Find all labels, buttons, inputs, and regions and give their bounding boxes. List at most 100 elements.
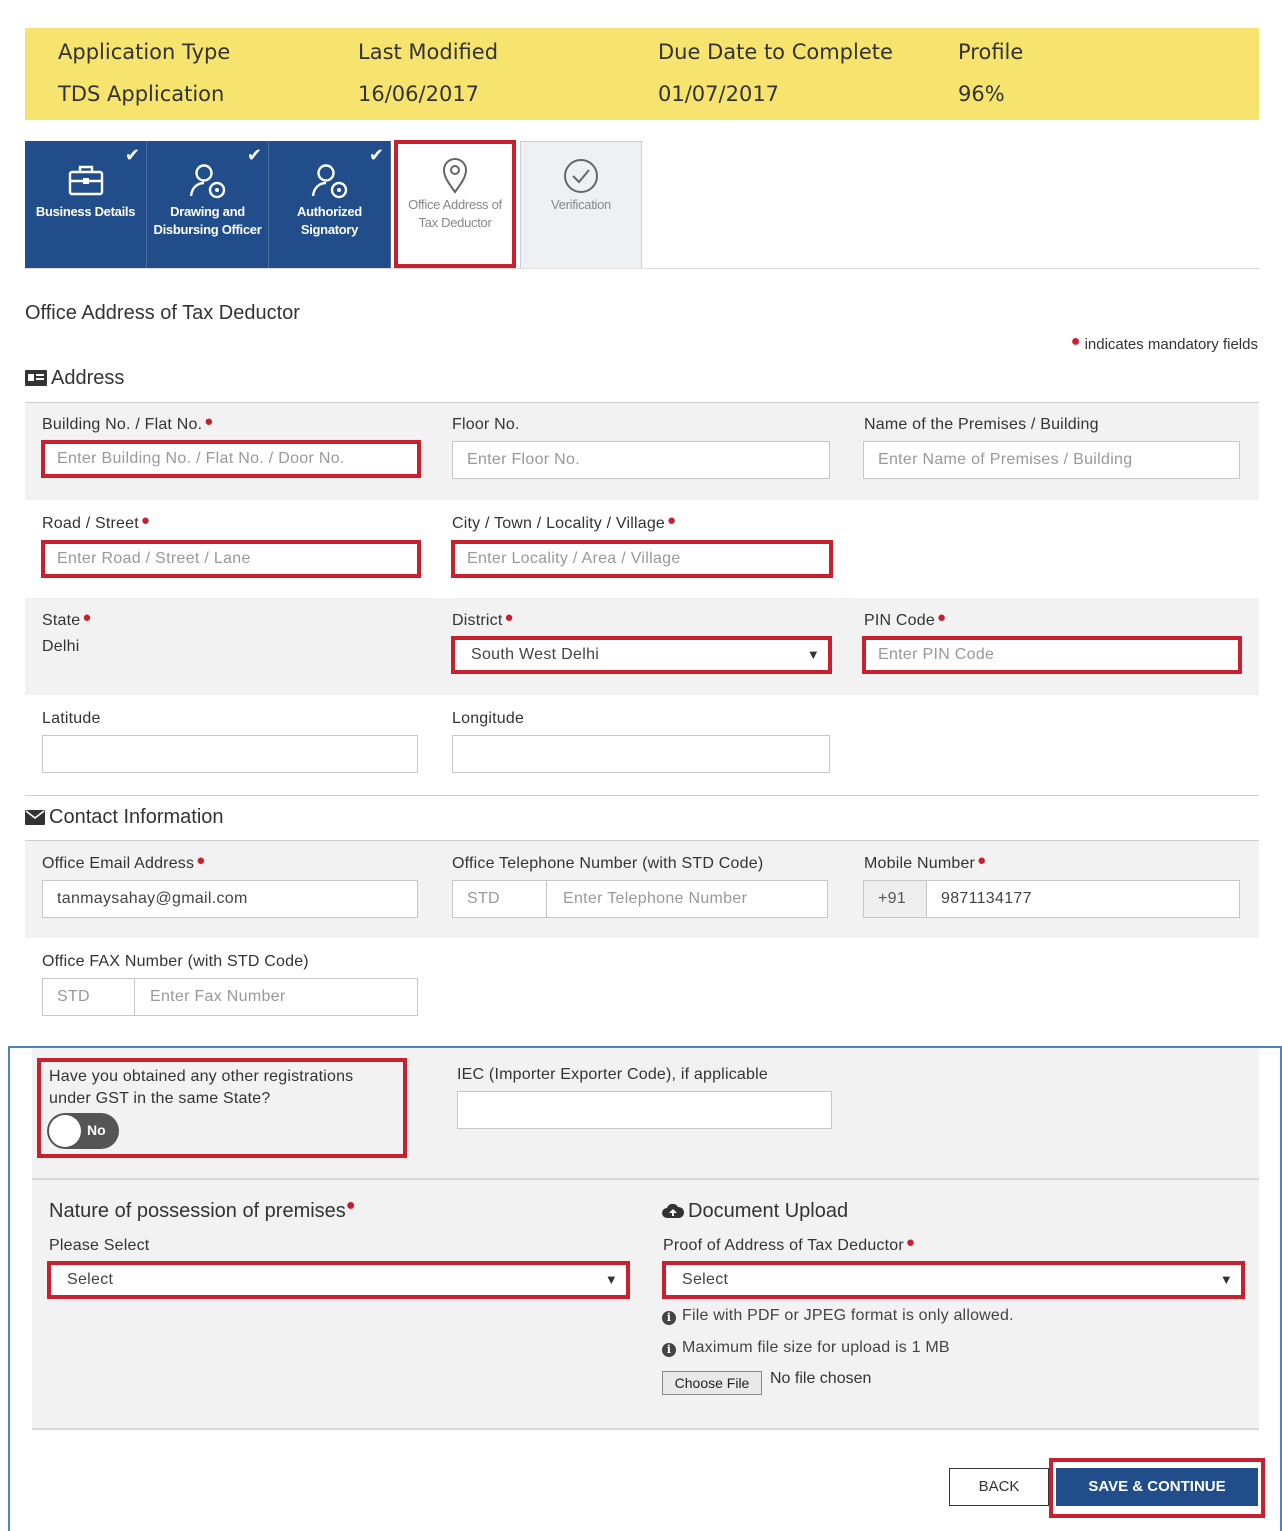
premises-input[interactable]: Enter Name of Premises / Building (863, 441, 1240, 479)
district-select-value: South West Delhi (471, 646, 600, 663)
choose-file-button[interactable]: Choose File (662, 1371, 762, 1395)
toggle-text: No (87, 1122, 106, 1138)
tab-authorized-signatory[interactable]: ✔ Authorized Signatory (269, 141, 391, 269)
phone-number-input[interactable]: Enter Telephone Number (563, 881, 747, 917)
tab-label: Office Address of Tax Deductor (408, 197, 502, 230)
tab-office-address[interactable]: Office Address of Tax Deductor (394, 140, 516, 268)
building-label-text: Building No. / Flat No. (42, 416, 203, 433)
possession-heading: Nature of possession of premises● (49, 1197, 356, 1223)
iec-input[interactable] (457, 1091, 832, 1129)
tab-label: Drawing and Disbursing Officer (153, 204, 262, 237)
email-label-text: Office Email Address (42, 855, 195, 872)
divider (32, 1428, 1259, 1430)
due-date-value: 01/07/2017 (658, 82, 780, 106)
phone-label: Office Telephone Number (with STD Code) (452, 855, 764, 872)
other-registration-question: Have you obtained any other registration… (49, 1068, 354, 1107)
save-continue-button[interactable]: SAVE & CONTINUE (1056, 1468, 1258, 1506)
address-card-icon (25, 369, 47, 392)
application-header: Application Type TDS Application Last Mo… (25, 28, 1259, 120)
user-gear-icon (311, 163, 349, 204)
stepper-tabs: ✔ Business Details ✔ Drawing and Disburs… (25, 140, 642, 269)
map-pin-icon (440, 158, 470, 199)
info-icon: i (662, 1343, 676, 1357)
floor-input[interactable]: Enter Floor No. (452, 441, 830, 479)
toggle-knob (49, 1115, 81, 1147)
building-input[interactable]: Enter Building No. / Flat No. / Door No. (41, 440, 421, 478)
contact-heading-text: Contact Information (49, 806, 224, 828)
contact-heading: Contact Information (25, 806, 224, 831)
possession-select[interactable]: Select ▼ (47, 1261, 630, 1299)
envelope-icon (25, 808, 45, 831)
premises-label: Name of the Premises / Building (864, 416, 1099, 433)
briefcase-icon (68, 163, 104, 202)
hint-size-text: Maximum file size for upload is 1 MB (682, 1339, 950, 1356)
mobile-country-code: +91 (864, 881, 927, 917)
district-label: District ● (452, 609, 514, 629)
divider (25, 795, 1259, 796)
fax-number-input[interactable]: Enter Fax Number (150, 979, 286, 1015)
city-input[interactable]: Enter Locality / Area / Village (451, 540, 833, 578)
check-icon: ✔ (368, 145, 384, 165)
fax-std-input[interactable]: STD (43, 979, 135, 1015)
possession-heading-text: Nature of possession of premises (49, 1200, 346, 1222)
due-date-label: Due Date to Complete (658, 40, 893, 64)
longitude-input[interactable] (452, 735, 830, 773)
tab-drawing-disbursing-officer[interactable]: ✔ Drawing and Disbursing Officer (147, 141, 269, 269)
application-type-value: TDS Application (58, 82, 225, 106)
phone-input-group[interactable]: STD Enter Telephone Number (452, 880, 828, 918)
user-gear-icon (189, 163, 227, 204)
fax-input-group[interactable]: STD Enter Fax Number (42, 978, 418, 1016)
proof-select-value: Select (682, 1271, 729, 1288)
road-input[interactable]: Enter Road / Street / Lane (41, 540, 421, 578)
tab-verification[interactable]: Verification (520, 141, 642, 269)
tab-label: Business Details (35, 204, 136, 219)
possession-select-label: Please Select (49, 1237, 150, 1254)
proof-label-text: Proof of Address of Tax Deductor (663, 1237, 904, 1254)
hint-size: i Maximum file size for upload is 1 MB (662, 1339, 950, 1357)
email-input[interactable]: tanmaysahay@gmail.com (42, 880, 418, 918)
application-type-label: Application Type (58, 40, 231, 64)
dropdown-arrow-icon: ▼ (1219, 1272, 1233, 1287)
upload-heading-text: Document Upload (688, 1200, 849, 1222)
road-label-text: Road / Street (42, 515, 139, 532)
check-icon: ✔ (124, 145, 140, 165)
dropdown-arrow-icon: ▼ (806, 647, 820, 662)
city-label-text: City / Town / Locality / Village (452, 515, 666, 532)
mobile-number-input[interactable]: 9871134177 (941, 881, 1032, 917)
tab-business-details[interactable]: ✔ Business Details (25, 141, 147, 269)
info-icon: i (662, 1311, 676, 1325)
mobile-input-group[interactable]: +91 9871134177 (863, 880, 1240, 918)
latitude-input[interactable] (42, 735, 418, 773)
city-label: City / Town / Locality / Village ● (452, 512, 677, 532)
last-modified-label: Last Modified (358, 40, 499, 64)
page-title: Office Address of Tax Deductor (25, 302, 300, 324)
floor-label: Floor No. (452, 416, 520, 433)
proof-select[interactable]: Select ▼ (662, 1261, 1245, 1299)
hint-format-text: File with PDF or JPEG format is only all… (682, 1307, 1014, 1324)
fax-label: Office FAX Number (with STD Code) (42, 953, 309, 970)
back-button[interactable]: BACK (949, 1468, 1049, 1506)
pin-label-text: PIN Code (864, 612, 935, 629)
mandatory-note-text: indicates mandatory fields (1084, 336, 1258, 353)
phone-std-input[interactable]: STD (453, 881, 547, 917)
other-registration-toggle[interactable]: No (47, 1113, 119, 1149)
possession-select-value: Select (67, 1271, 114, 1288)
road-label: Road / Street ● (42, 512, 151, 532)
tab-label: Authorized Signatory (297, 204, 362, 237)
profile-value: 96% (958, 82, 1005, 106)
state-label: State ● (42, 609, 92, 629)
divider (25, 268, 1259, 269)
state-label-text: State (42, 612, 81, 629)
proof-label: Proof of Address of Tax Deductor ● (663, 1234, 916, 1254)
pin-input[interactable]: Enter PIN Code (862, 636, 1242, 674)
email-label: Office Email Address ● (42, 852, 206, 872)
mobile-label: Mobile Number ● (864, 852, 987, 872)
address-heading-text: Address (51, 367, 125, 389)
address-heading: Address (25, 367, 124, 392)
district-select[interactable]: South West Delhi ▼ (451, 636, 832, 674)
building-label: Building No. / Flat No. ● (42, 413, 214, 433)
last-modified-value: 16/06/2017 (358, 82, 480, 106)
dropdown-arrow-icon: ▼ (604, 1272, 618, 1287)
iec-label: IEC (Importer Exporter Code), if applica… (457, 1066, 768, 1083)
check-icon: ✔ (246, 145, 262, 165)
